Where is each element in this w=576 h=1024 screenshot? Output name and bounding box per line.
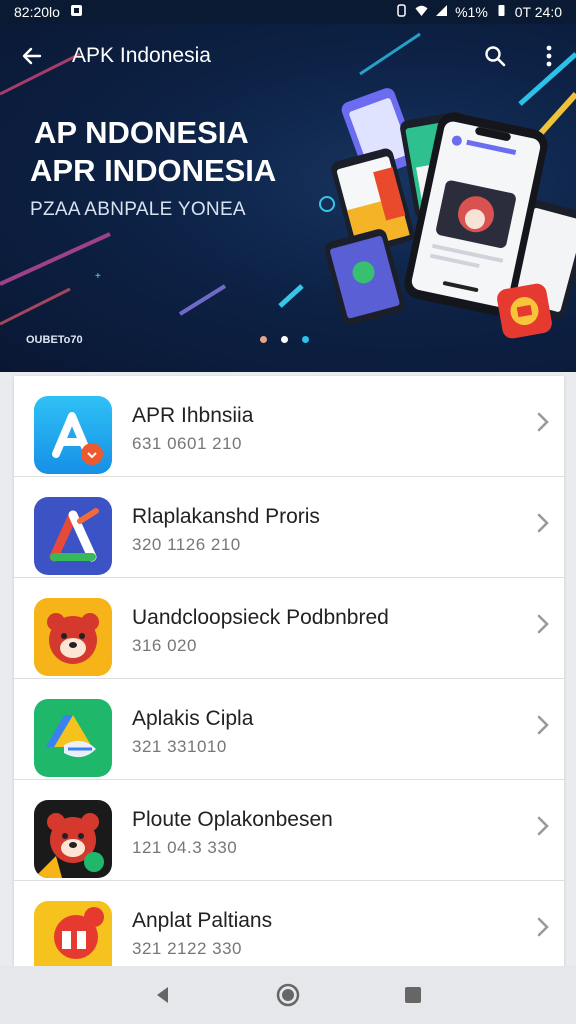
list-item[interactable]: APR Ihbnsiia 631 0601 210 <box>14 376 564 477</box>
list-item[interactable]: Uandcloopsieck Podbnbred 316 020 <box>14 578 564 679</box>
page-title: APK Indonesia <box>72 44 211 67</box>
gift-icon <box>34 901 112 966</box>
chevron-right-icon <box>537 816 549 836</box>
battery-text: %1% <box>455 4 488 20</box>
list-item[interactable]: Rlaplakanshd Proris 320 1126 210 <box>14 477 564 578</box>
carousel-dot-2[interactable] <box>281 336 288 343</box>
app-meta: 320 1126 210 <box>132 535 241 554</box>
drive-icon <box>34 699 112 777</box>
chevron-right-icon <box>537 412 549 432</box>
battery-icon <box>495 4 508 20</box>
carousel-indicator[interactable] <box>260 336 309 343</box>
nav-recents-button[interactable] <box>393 975 433 1015</box>
notification-icon <box>70 4 83 20</box>
arrow-left-icon <box>22 47 42 65</box>
hero-banner[interactable]: + + <box>0 24 576 372</box>
back-button[interactable] <box>0 24 64 88</box>
app-name: APR Ihbnsiia <box>132 404 254 427</box>
screen: 82:20lo %1% 0T 24:0 + APK Indonesia AP N… <box>0 0 576 1024</box>
store-a-icon <box>34 396 112 474</box>
more-options-button[interactable] <box>522 24 576 88</box>
app-meta: 321 331010 <box>132 737 227 756</box>
app-meta: 631 0601 210 <box>132 434 242 453</box>
status-left-text: 82:20lo <box>14 4 60 20</box>
chevron-right-icon <box>537 614 549 634</box>
search-button[interactable] <box>468 24 522 88</box>
nav-back-button[interactable] <box>143 975 183 1015</box>
svg-text:+: + <box>95 271 101 282</box>
bear-dark-icon <box>34 800 112 878</box>
status-bar: 82:20lo %1% 0T 24:0 <box>0 0 576 24</box>
chevron-right-icon <box>537 715 549 735</box>
vibrate-icon <box>395 4 408 20</box>
list-item[interactable]: Ploute Oplakonbesen 121 04.3 330 <box>14 780 564 881</box>
hero-subtitle: PZAA ABNPALE YONEA <box>30 199 246 220</box>
hero-headline-2: APR INDONESIA <box>30 153 277 188</box>
app-name: Rlaplakanshd Proris <box>132 505 320 528</box>
carousel-dot-3[interactable] <box>302 336 309 343</box>
list-item[interactable]: Anplat Paltians 321 2122 330 <box>14 881 564 966</box>
chevron-right-icon <box>537 917 549 937</box>
hero-caption: OUBETo70 <box>26 334 83 346</box>
signal-icon <box>435 4 448 20</box>
system-nav-bar <box>0 966 576 1024</box>
app-meta: 121 04.3 330 <box>132 838 238 857</box>
app-name: Aplakis Cipla <box>132 707 254 730</box>
app-meta: 321 2122 330 <box>132 939 242 958</box>
bear-icon <box>34 598 112 676</box>
app-bar: APK Indonesia <box>0 24 576 88</box>
list-item[interactable]: Aplakis Cipla 321 331010 <box>14 679 564 780</box>
circle-home-icon <box>276 983 300 1007</box>
nav-home-button[interactable] <box>268 975 308 1015</box>
app-list: APR Ihbnsiia 631 0601 210 Rlaplakanshd P… <box>14 376 564 966</box>
app-name: Uandcloopsieck Podbnbred <box>132 606 389 629</box>
hero-headline-1: AP NDONESIA <box>34 115 249 150</box>
carousel-dot-1[interactable] <box>260 336 267 343</box>
square-recents-icon <box>405 987 422 1003</box>
search-icon <box>485 46 506 67</box>
more-vert-icon <box>546 45 552 67</box>
chevron-right-icon <box>537 513 549 533</box>
app-meta: 316 020 <box>132 636 197 655</box>
status-time: 0T 24:0 <box>514 4 562 20</box>
triangle-back-icon <box>156 987 168 1003</box>
triangle-a-icon <box>34 497 112 575</box>
app-name: Anplat Paltians <box>132 909 273 932</box>
wifi-icon <box>415 4 428 20</box>
app-name: Ploute Oplakonbesen <box>132 808 333 831</box>
